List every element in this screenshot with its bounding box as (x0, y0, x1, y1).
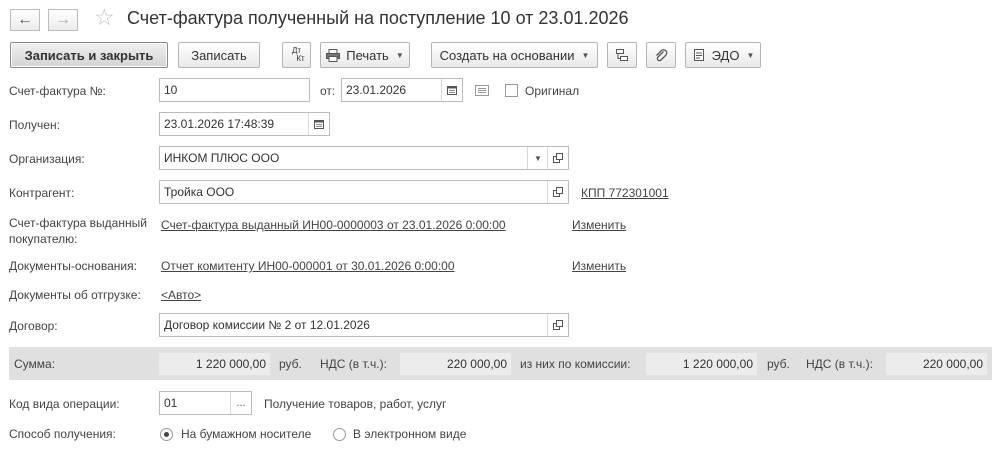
commission-sum-value: 1 220 000,00 (646, 353, 757, 375)
shipment-documents-label: Документы об отгрузке: (9, 288, 141, 302)
issued-invoice-change-link[interactable]: Изменить (572, 218, 626, 232)
received-datetime-value: 23.01.2026 17:48:39 (164, 117, 275, 131)
print-label: Печать (346, 47, 389, 63)
create-based-on-label: Создать на основании (439, 47, 575, 63)
document-structure-icon (616, 49, 628, 61)
operation-code-input[interactable]: 01 ... (159, 391, 252, 415)
attach-button[interactable] (646, 42, 676, 68)
dropdown-arrow-icon[interactable]: ▼ (527, 147, 548, 169)
shipment-documents-link[interactable]: <Авто> (161, 288, 201, 302)
commission-currency: руб. (767, 357, 790, 371)
counterparty-input[interactable]: Тройка ООО (159, 180, 569, 204)
vat-value: 220 000,00 (400, 353, 511, 375)
invoice-date-label: от: (320, 84, 336, 98)
base-documents-change-link[interactable]: Изменить (572, 259, 626, 273)
invoice-date-input[interactable]: 23.01.2026 (341, 78, 463, 102)
organization-input[interactable]: ИНКОМ ПЛЮС ООО ▼ (159, 146, 569, 170)
commission-vat-value: 220 000,00 (886, 353, 987, 375)
base-documents-label: Документы-основания: (9, 259, 137, 273)
operation-code-description: Получение товаров, работ, услуг (264, 397, 447, 411)
page-title: Счет-фактура полученный на поступление 1… (127, 8, 629, 28)
issued-invoice-label-line2: покупателю: (9, 232, 78, 246)
vat-text: 220 000,00 (446, 357, 507, 371)
structure-button[interactable] (607, 42, 637, 68)
invoice-number-value: 10 (164, 83, 178, 97)
chevron-down-icon: ▼ (395, 50, 404, 60)
favorite-star-icon[interactable]: ☆ (94, 6, 115, 29)
receipt-method-label: Способ получения: (9, 427, 116, 441)
commission-vat-text: 220 000,00 (922, 357, 983, 371)
received-label: Получен: (9, 118, 60, 132)
radio-paper-label: На бумажном носителе (181, 427, 312, 441)
organization-value: ИНКОМ ПЛЮС ООО (164, 151, 280, 165)
save-button[interactable]: Записать (178, 42, 260, 68)
commission-label: из них по комиссии: (520, 357, 631, 371)
dt-kt-button[interactable]: Дт Кт (282, 42, 311, 68)
invoice-number-input[interactable]: 10 (159, 78, 310, 102)
back-button[interactable]: ← (10, 9, 40, 31)
original-checkbox[interactable] (505, 84, 518, 97)
contract-value: Договор комиссии № 2 от 12.01.2026 (164, 318, 370, 332)
kpp-link[interactable]: КПП 772301001 (581, 186, 669, 200)
edo-icon (693, 49, 704, 61)
original-label: Оригинал (525, 84, 580, 98)
radio-electronic-label: В электронном виде (353, 427, 467, 441)
list-icon[interactable] (475, 85, 489, 96)
received-datetime-input[interactable]: 23.01.2026 17:48:39 (159, 112, 330, 136)
sum-text: 1 220 000,00 (195, 357, 266, 371)
counterparty-value: Тройка ООО (164, 185, 235, 199)
invoice-date-value: 23.01.2026 (346, 83, 407, 97)
open-form-icon[interactable] (547, 147, 568, 169)
sum-label: Сумма: (14, 357, 56, 371)
chevron-down-icon: ▼ (581, 50, 590, 60)
save-and-close-label: Записать и закрыть (24, 47, 154, 63)
forward-arrow-icon: → (55, 11, 71, 28)
paperclip-icon (656, 49, 668, 62)
back-arrow-icon: ← (17, 11, 33, 28)
open-form-icon[interactable] (547, 314, 568, 336)
kt-label: Кт (296, 54, 305, 63)
organization-label: Организация: (9, 152, 85, 166)
vat-label: НДС (в т.ч.): (320, 357, 387, 371)
chevron-down-icon: ▼ (746, 50, 755, 60)
base-documents-link[interactable]: Отчет комитенту ИН00-000001 от 30.01.202… (161, 259, 455, 273)
edo-label: ЭДО (711, 47, 740, 63)
open-form-icon[interactable] (547, 181, 568, 203)
select-button[interactable]: ... (230, 392, 251, 414)
save-and-close-button[interactable]: Записать и закрыть (10, 42, 168, 68)
commission-sum-text: 1 220 000,00 (682, 357, 753, 371)
issued-invoice-label-line1: Счет-фактура выданный (9, 216, 147, 230)
create-based-on-button[interactable]: Создать на основании ▼ (431, 42, 598, 68)
forward-button[interactable]: → (48, 9, 78, 31)
commission-vat-label: НДС (в т.ч.): (806, 357, 873, 371)
print-button[interactable]: Печать ▼ (320, 42, 410, 68)
sum-currency: руб. (279, 357, 302, 371)
sum-value: 1 220 000,00 (159, 353, 270, 375)
edo-button[interactable]: ЭДО ▼ (685, 42, 761, 68)
calendar-icon[interactable] (441, 79, 462, 101)
calendar-icon[interactable] (308, 113, 329, 135)
radio-electronic[interactable] (333, 428, 346, 441)
counterparty-label: Контрагент: (9, 186, 75, 200)
contract-label: Договор: (9, 319, 58, 333)
radio-paper[interactable] (160, 428, 173, 441)
invoice-number-label: Счет-фактура №: (9, 84, 106, 98)
contract-input[interactable]: Договор комиссии № 2 от 12.01.2026 (159, 313, 569, 337)
operation-code-value: 01 (164, 396, 178, 410)
printer-icon (326, 48, 341, 62)
save-label: Записать (191, 47, 247, 63)
issued-invoice-link[interactable]: Счет-фактура выданный ИН00-0000003 от 23… (161, 218, 506, 232)
operation-code-label: Код вида операции: (9, 397, 120, 411)
